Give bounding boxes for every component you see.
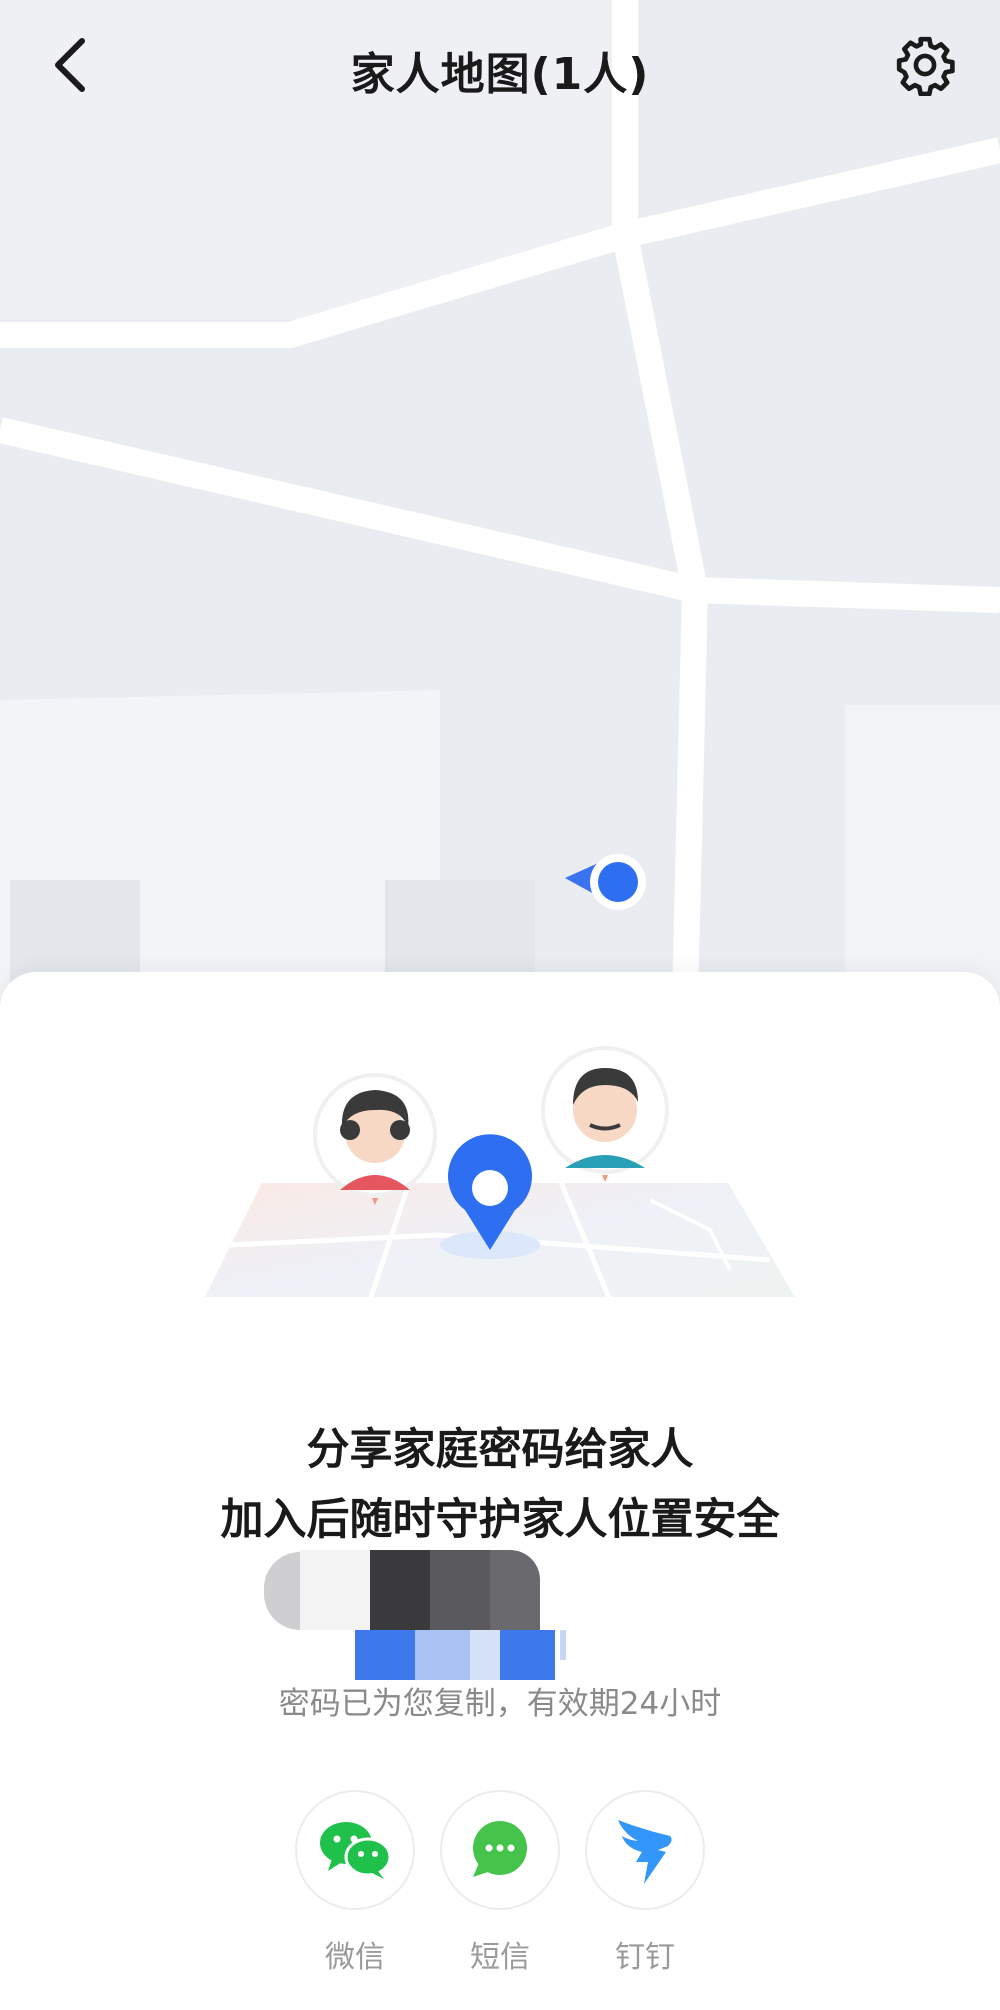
back-button[interactable] [40, 30, 100, 100]
headline-line1: 分享家庭密码给家人 [306, 1425, 694, 1475]
share-sms-label: 短信 [470, 1940, 530, 1975]
top-bar: 家人地图(1人) [0, 0, 1000, 140]
wechat-icon [320, 1822, 392, 1879]
share-wechat-label: 微信 [325, 1940, 385, 1975]
share-dingtalk-button[interactable]: 钉钉 [585, 1790, 705, 1976]
copied-notice: 密码已为您复制，有效期24小时 [278, 1686, 722, 1722]
map-view[interactable] [0, 0, 1000, 1000]
chevron-left-icon [55, 38, 85, 92]
headline-line2: 加入后随时守护家人位置安全 [220, 1495, 780, 1545]
location-pin-icon [440, 1134, 540, 1259]
dingtalk-icon [618, 1820, 672, 1884]
share-sms-button[interactable]: 短信 [440, 1790, 560, 1976]
settings-button[interactable] [890, 30, 960, 100]
share-dingtalk-label: 钉钉 [615, 1940, 675, 1975]
family-map-illustration [195, 1046, 806, 1303]
share-wechat-button[interactable]: 微信 [295, 1790, 415, 1976]
sms-icon [473, 1821, 527, 1877]
page-title: 家人地图(1人) [350, 49, 650, 100]
grandpa-avatar [541, 1046, 669, 1182]
gear-icon [896, 36, 955, 96]
share-options: 微信 短信 钉钉 [0, 1790, 1000, 1976]
family-code-redacted[interactable] [260, 1550, 660, 1680]
